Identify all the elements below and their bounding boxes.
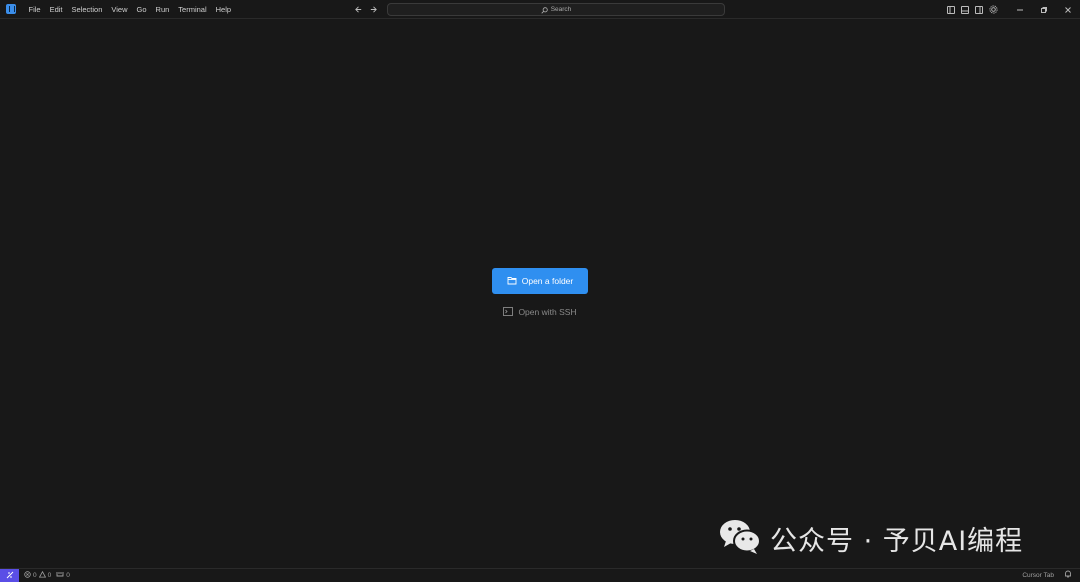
restore-button[interactable] xyxy=(1032,0,1056,19)
menu-view[interactable]: View xyxy=(107,0,132,19)
menu-go[interactable]: Go xyxy=(132,0,151,19)
forward-arrow-icon[interactable] xyxy=(369,5,378,14)
open-ssh-link[interactable]: Open with SSH xyxy=(492,302,588,322)
search-placeholder: Search xyxy=(550,6,572,13)
menu-terminal[interactable]: Terminal xyxy=(174,0,211,19)
error-icon xyxy=(24,570,31,580)
error-count: 0 xyxy=(33,571,37,579)
toggle-primary-sidebar-icon[interactable] xyxy=(947,5,955,14)
menu-help[interactable]: Help xyxy=(211,0,235,19)
toggle-secondary-sidebar-icon[interactable] xyxy=(975,5,983,14)
back-arrow-icon[interactable] xyxy=(354,5,363,14)
notification-bell-icon[interactable] xyxy=(1064,570,1072,580)
navigation-arrows xyxy=(354,0,378,19)
search-icon xyxy=(541,1,548,19)
menu-selection[interactable]: Selection xyxy=(67,0,107,19)
menu-run[interactable]: Run xyxy=(151,0,174,19)
menu-file[interactable]: File xyxy=(24,0,45,19)
ports-icon xyxy=(56,571,64,580)
status-right-group: Cursor Tab xyxy=(1022,569,1072,581)
menu-bar: File Edit Selection View Go Run Terminal… xyxy=(24,0,236,19)
open-folder-button[interactable]: Open a folder xyxy=(492,268,588,294)
menu-edit[interactable]: Edit xyxy=(45,0,67,19)
app-logo-icon xyxy=(6,4,16,14)
remote-indicator-button[interactable] xyxy=(0,568,19,582)
watermark: 公众号 · 予贝AI编程 xyxy=(718,516,1053,560)
watermark-text: 公众号 · 予贝AI编程 xyxy=(770,525,1024,557)
wechat-logo-icon xyxy=(718,517,762,560)
close-button[interactable] xyxy=(1056,0,1080,19)
terminal-icon xyxy=(503,306,514,318)
problems-indicator[interactable]: 0 0 xyxy=(24,570,52,580)
warning-count: 0 xyxy=(47,571,52,579)
title-bar: File Edit Selection View Go Run Terminal… xyxy=(0,0,1080,19)
ports-indicator[interactable]: 0 xyxy=(56,571,70,580)
open-folder-label: Open a folder xyxy=(521,276,574,286)
status-bar: 0 0 0 Cursor Tab xyxy=(0,568,1080,582)
window-controls xyxy=(947,0,1080,19)
warning-icon xyxy=(38,570,46,580)
toggle-panel-icon[interactable] xyxy=(961,5,969,14)
gear-icon[interactable] xyxy=(989,5,998,14)
ports-count: 0 xyxy=(66,571,70,579)
open-ssh-label: Open with SSH xyxy=(518,307,577,317)
folder-icon xyxy=(507,276,517,287)
minimize-button[interactable] xyxy=(1008,0,1032,19)
command-search-box[interactable]: Search xyxy=(387,3,725,16)
cursor-tab-status[interactable]: Cursor Tab xyxy=(1022,572,1054,579)
